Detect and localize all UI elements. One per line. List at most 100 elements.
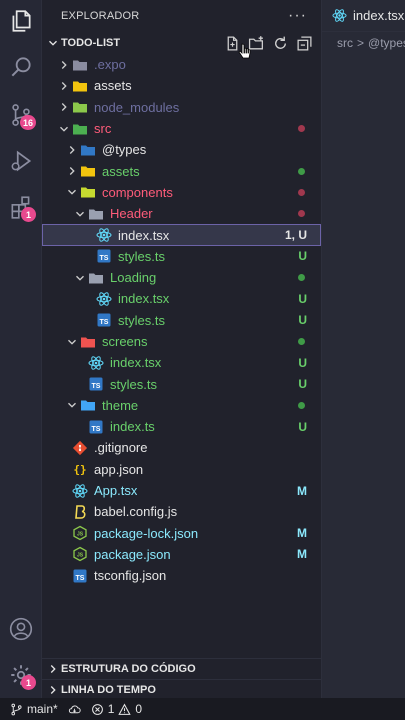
chevron-right-icon[interactable] [64, 142, 80, 158]
status-bar: main* 1 0 [0, 698, 405, 720]
chevron-right-icon[interactable] [56, 57, 72, 73]
tree-folder[interactable]: theme [42, 395, 321, 416]
tree-item-label: assets [94, 78, 132, 94]
tree-item-label: tsconfig.json [94, 568, 167, 584]
tree-folder[interactable]: @types [42, 139, 321, 160]
tree-file[interactable]: JS package.json M [42, 544, 321, 565]
source-control-activity-button[interactable]: 16 [0, 94, 42, 136]
explorer-activity-button[interactable] [0, 0, 42, 42]
chevron-right-icon[interactable] [56, 99, 72, 115]
run-debug-icon [11, 150, 32, 172]
search-icon [11, 57, 31, 77]
search-activity-button[interactable] [0, 46, 42, 88]
sync-button[interactable] [68, 703, 81, 716]
activity-bar: 16 1 1 [0, 0, 42, 698]
tree-folder[interactable]: components [42, 182, 321, 203]
breadcrumb-item[interactable]: src [337, 36, 353, 50]
editor-tab[interactable]: index.tsx [322, 0, 405, 32]
chevron-down-icon[interactable] [72, 206, 88, 222]
tree-item-label: package-lock.json [94, 525, 199, 541]
folder-assets-icon [72, 78, 88, 94]
chevron-down-icon[interactable] [64, 334, 80, 350]
branch-name: main* [27, 702, 58, 716]
git-status-decoration: U [298, 291, 307, 306]
git-status-decoration: 1, U [284, 228, 307, 243]
folder-icon [88, 206, 104, 222]
tree-item-label: src [94, 121, 112, 137]
tree-file[interactable]: App.tsx M [42, 480, 321, 501]
tree-file[interactable]: .gitignore [42, 437, 321, 458]
chevron-down-icon[interactable] [72, 270, 88, 286]
folder-src-icon [72, 121, 88, 137]
tree-file[interactable]: index.tsx U [42, 352, 321, 373]
tree-file[interactable]: babel.config.js [42, 501, 321, 522]
workspace-section-header[interactable]: TODO-LIST [42, 32, 321, 54]
breadcrumb-separator: > [357, 36, 365, 50]
tree-file[interactable]: TS styles.ts U [42, 310, 321, 331]
chevron-right-icon[interactable] [64, 163, 80, 179]
tree-file[interactable]: TS tsconfig.json [42, 565, 321, 586]
tree-folder[interactable]: .expo [42, 54, 321, 75]
outline-section-header[interactable]: ESTRUTURA DO CÓDIGO [42, 658, 322, 679]
tree-folder[interactable]: assets [42, 160, 321, 181]
git-status-dot [298, 210, 305, 218]
tree-folder[interactable]: src [42, 118, 321, 139]
workspace-name: TODO-LIST [61, 37, 121, 49]
tree-file[interactable]: TS styles.ts U [42, 373, 321, 394]
problems-indicator[interactable]: 1 0 [91, 702, 142, 716]
tree-item-label: .gitignore [94, 440, 148, 456]
tree-file[interactable]: {} app.json [42, 459, 321, 480]
run-debug-activity-button[interactable] [0, 140, 42, 182]
svg-text:JS: JS [77, 532, 84, 538]
manage-badge: 1 [21, 675, 36, 690]
tree-folder[interactable]: screens [42, 331, 321, 352]
error-count: 1 [107, 702, 115, 716]
collapse-all-icon[interactable] [296, 35, 313, 52]
git-status-decoration: U [298, 313, 307, 328]
chevron-down-icon[interactable] [56, 121, 72, 137]
folder-node-icon [72, 99, 88, 115]
chevron-down-icon[interactable] [64, 397, 80, 413]
tree-folder[interactable]: Loading [42, 267, 321, 288]
tree-folder[interactable]: node_modules [42, 97, 321, 118]
tree-file[interactable]: TS styles.ts U [42, 246, 321, 267]
tree-file[interactable]: index.tsx U [42, 288, 321, 309]
tree-folder[interactable]: assets [42, 75, 321, 96]
tree-file[interactable]: TS index.ts U [42, 416, 321, 437]
tree-item-label: index.tsx [118, 291, 170, 307]
git-status-decoration: M [297, 483, 307, 498]
timeline-section-header[interactable]: LINHA DO TEMPO [42, 679, 322, 700]
babel-icon [72, 504, 88, 520]
tree-item-label: styles.ts [118, 248, 165, 264]
explorer-title: EXPLORADOR [61, 10, 140, 22]
branch-indicator[interactable]: main* [10, 702, 58, 716]
tree-item-label: babel.config.js [94, 504, 178, 520]
more-actions-button[interactable]: ··· [288, 7, 307, 25]
tree-file[interactable]: index.tsx 1, U [42, 224, 321, 246]
breadcrumb-item[interactable]: @types [368, 36, 405, 50]
accounts-activity-button[interactable] [0, 608, 42, 650]
svg-text:TS: TS [92, 383, 101, 390]
tree-item-label: .expo [94, 57, 126, 73]
folder-icon [88, 270, 104, 286]
manage-activity-button[interactable]: 1 [0, 654, 42, 696]
folder-theme-icon [80, 397, 96, 413]
extensions-activity-button[interactable]: 1 [0, 186, 42, 228]
warning-count: 0 [135, 702, 143, 716]
chevron-right-icon[interactable] [56, 78, 72, 94]
tree-file[interactable]: JS package-lock.json M [42, 523, 321, 544]
folder-expo-icon [72, 57, 88, 73]
tree-item-label: screens [102, 334, 148, 349]
git-status-dot [298, 274, 305, 282]
refresh-icon[interactable] [272, 35, 289, 52]
tree-folder[interactable]: Header [42, 203, 321, 224]
react-icon [332, 9, 347, 22]
chevron-down-icon[interactable] [64, 184, 80, 200]
